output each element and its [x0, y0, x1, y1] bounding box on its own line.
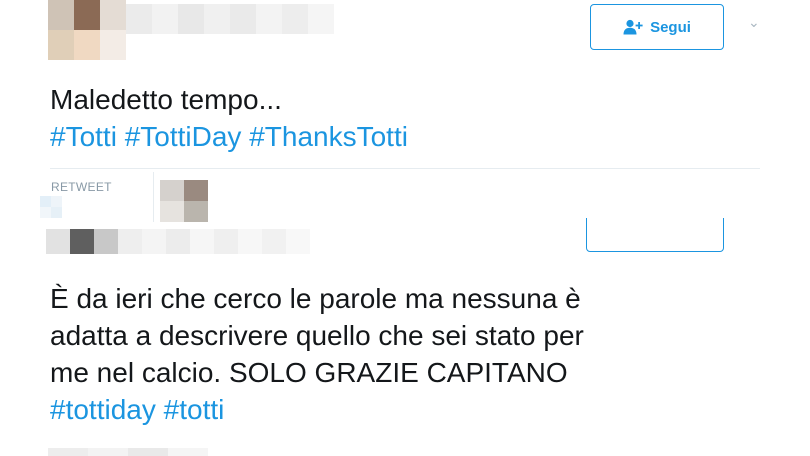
chevron-down-icon[interactable]: ⌄	[748, 15, 760, 31]
hashtag-totti[interactable]: #Totti	[50, 121, 117, 152]
tweet2-follow-button-cropped[interactable]	[586, 218, 724, 252]
tweet2-text: È da ieri che cerco le parole ma nessuna…	[50, 280, 790, 428]
stats-separator	[153, 172, 154, 222]
retweet-count-blurred	[40, 196, 62, 218]
hashtag-tottiday-lower[interactable]: #tottiday	[50, 394, 156, 425]
add-user-icon	[623, 19, 643, 35]
hashtag-tottiday[interactable]: #TottiDay	[125, 121, 242, 152]
retweet-label: RETWEET	[51, 180, 112, 194]
tweet1-divider	[50, 168, 760, 169]
tweet2-text-line-3: me nel calcio. SOLO GRAZIE CAPITANO	[50, 357, 568, 388]
tweet1-follow-button[interactable]: Segui	[590, 4, 724, 50]
tweet1-text-line: Maledetto tempo...	[50, 84, 282, 115]
tweet1-follow-label: Segui	[650, 18, 691, 36]
tweet2-text-line-2: adatta a descrivere quello che sei stato…	[50, 320, 584, 351]
tweet2-author-blurred[interactable]	[46, 229, 310, 254]
tweet1-username-blurred[interactable]	[126, 4, 334, 34]
tweet2-text-line-1: È da ieri che cerco le parole ma nessuna…	[50, 283, 581, 314]
tweet2-footer-blurred	[48, 448, 208, 456]
tweet1-avatar-blurred[interactable]	[48, 0, 126, 60]
hashtag-totti-lower[interactable]: #totti	[164, 394, 225, 425]
retweeter-avatar-blurred[interactable]	[160, 180, 208, 222]
tweet1-text: Maledetto tempo... #Totti #TottiDay #Tha…	[50, 81, 750, 155]
hashtag-thankstotti[interactable]: #ThanksTotti	[249, 121, 408, 152]
